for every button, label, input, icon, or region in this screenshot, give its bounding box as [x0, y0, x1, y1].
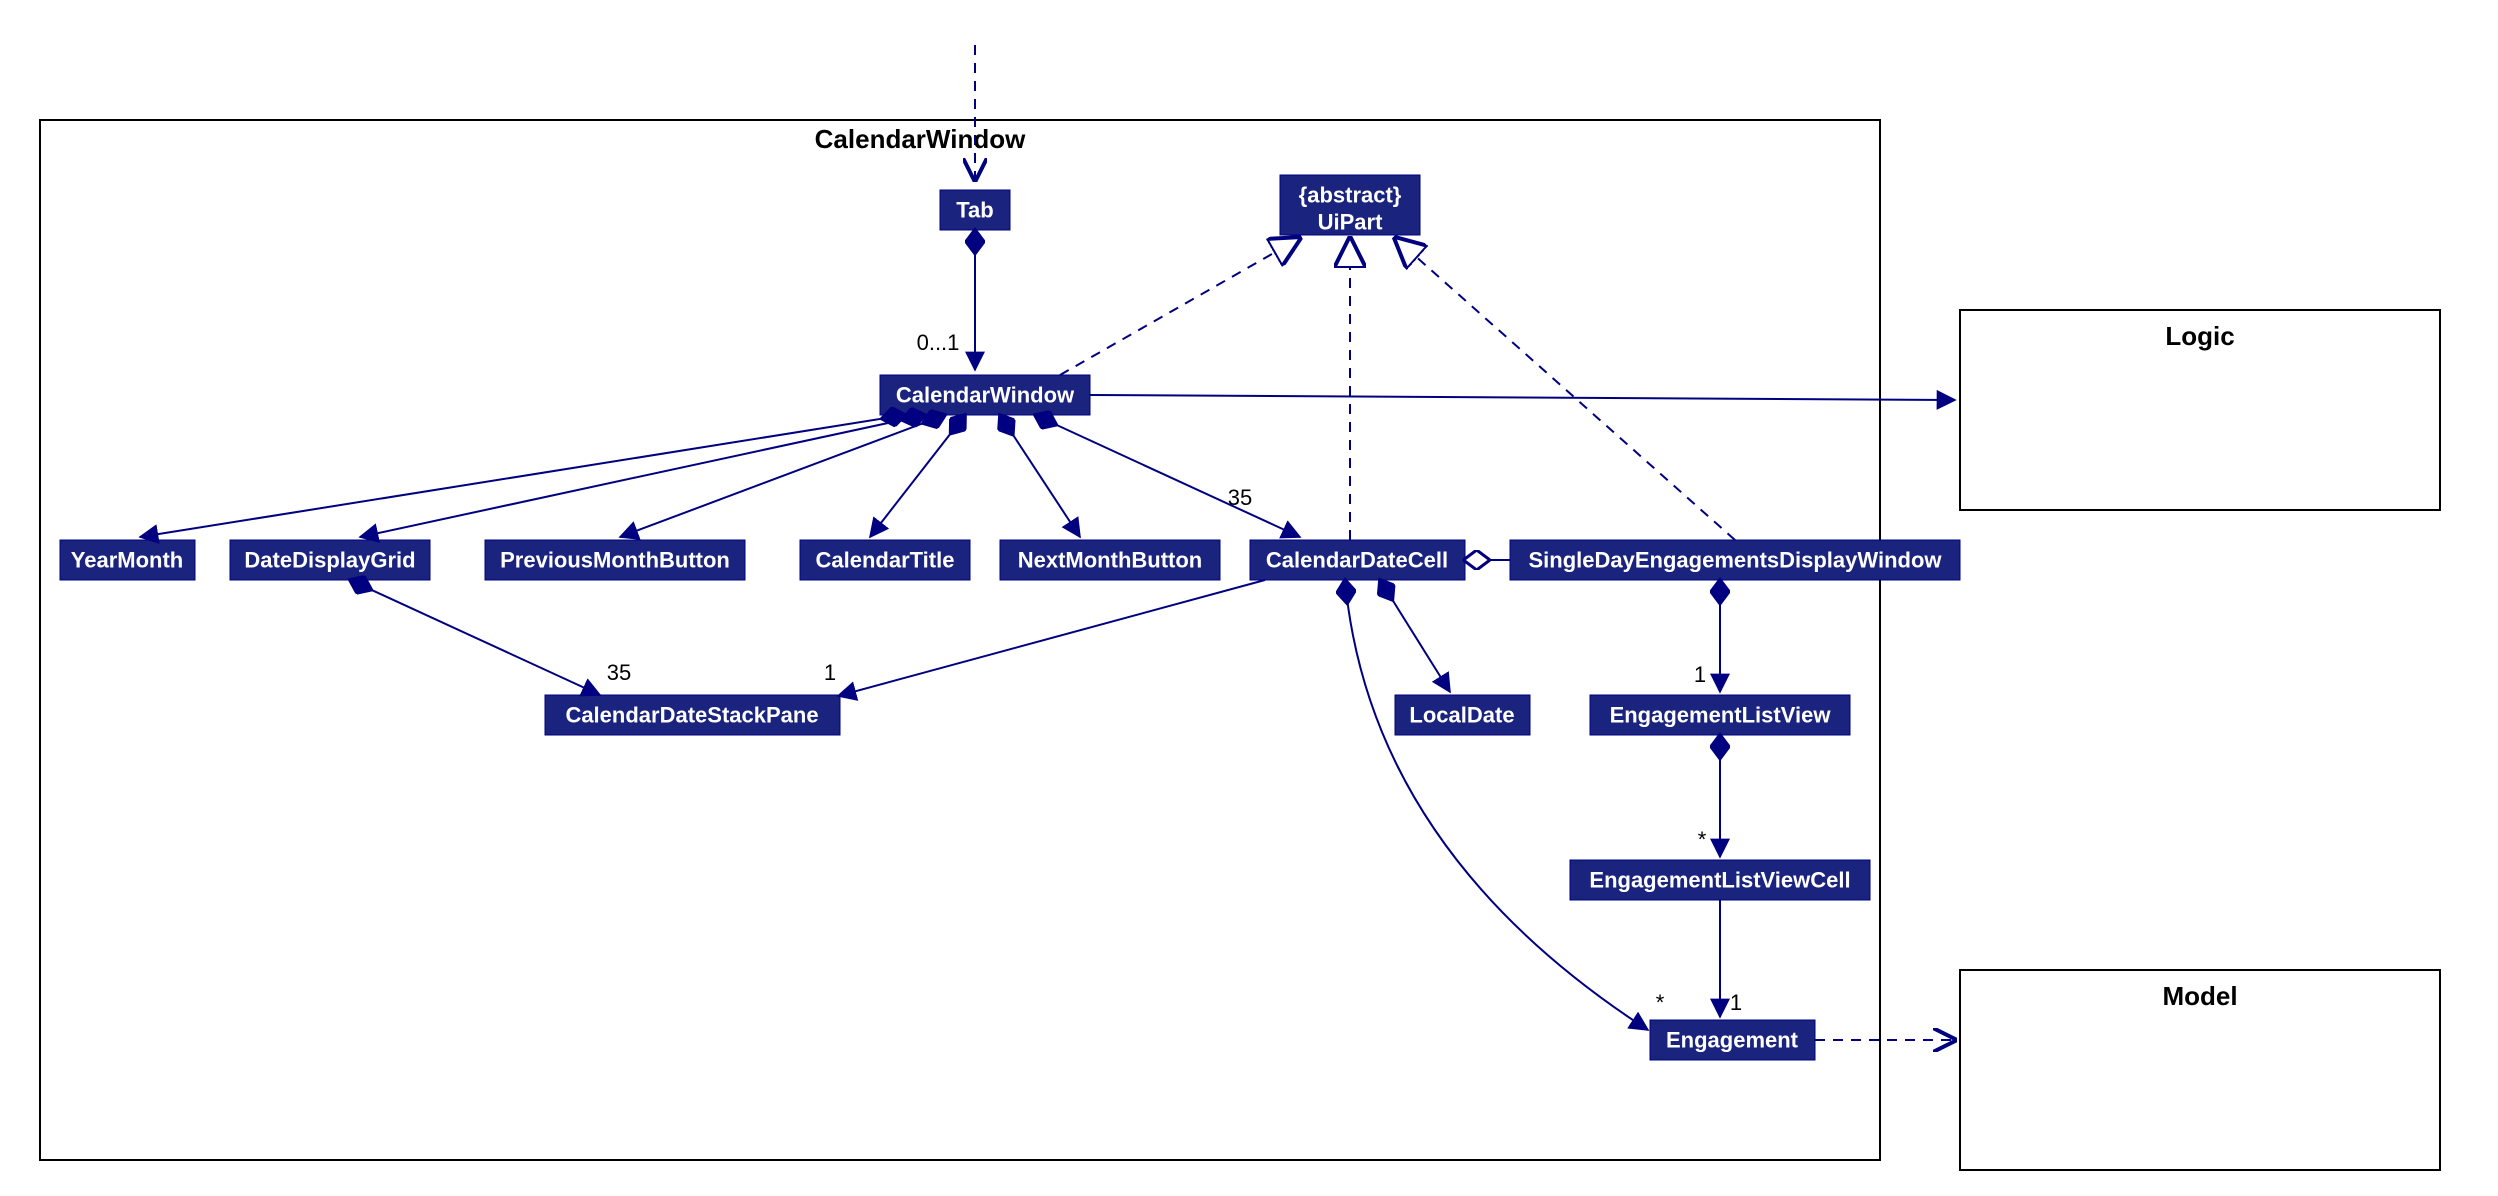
- svg-text:Engagement: Engagement: [1666, 1028, 1799, 1053]
- svg-text:LocalDate: LocalDate: [1409, 703, 1514, 728]
- frame-title: CalendarWindow: [815, 124, 1026, 154]
- mult-35-a: 35: [1228, 485, 1252, 510]
- cw-to-calendardatecell: [1035, 415, 1300, 537]
- tab-node: Tab: [940, 190, 1010, 230]
- model-box: Model: [1960, 970, 2440, 1170]
- engagement-list-view-cell-node: EngagementListViewCell: [1570, 860, 1870, 900]
- uml-diagram: CalendarWindow Logic Model Tab {abstract…: [0, 0, 2498, 1196]
- mult-1-a: 1: [824, 660, 836, 685]
- previous-month-button-node: PreviousMonthButton: [485, 540, 745, 580]
- cw-to-nextmonth: [1000, 415, 1080, 537]
- logic-label: Logic: [2165, 321, 2234, 351]
- engagement-list-view-node: EngagementListView: [1590, 695, 1850, 735]
- date-display-grid-node: DateDisplayGrid: [230, 540, 430, 580]
- calendarwindow-realizes-uipart: [1060, 238, 1300, 375]
- svg-text:YearMonth: YearMonth: [71, 548, 183, 573]
- cdc-to-stackpane: [838, 580, 1265, 696]
- svg-text:PreviousMonthButton: PreviousMonthButton: [500, 548, 730, 573]
- mult-0-1: 0...1: [917, 330, 960, 355]
- svg-text:Tab: Tab: [956, 198, 993, 223]
- model-label: Model: [2162, 981, 2237, 1011]
- svg-text:CalendarWindow: CalendarWindow: [896, 383, 1075, 408]
- cw-to-yearmonth: [140, 415, 905, 537]
- mult-1-c: 1: [1730, 990, 1742, 1015]
- cw-to-prevmonth: [620, 415, 945, 537]
- next-month-button-node: NextMonthButton: [1000, 540, 1220, 580]
- cdc-to-engagement: [1345, 580, 1648, 1030]
- calendar-window-frame: [40, 120, 1880, 1160]
- svg-text:EngagementListView: EngagementListView: [1610, 703, 1832, 728]
- singleday-realizes-uipart: [1395, 238, 1735, 540]
- cw-to-calendartitle: [870, 415, 965, 537]
- svg-text:CalendarDateCell: CalendarDateCell: [1266, 548, 1448, 573]
- single-day-window-node: SingleDayEngagementsDisplayWindow: [1510, 540, 1960, 580]
- calendarwindow-to-logic: [1090, 395, 1955, 400]
- logic-box: Logic: [1960, 310, 2440, 510]
- mult-star-b: *: [1656, 990, 1665, 1015]
- mult-35-b: 35: [607, 660, 631, 685]
- cw-to-datedisplaygrid: [360, 415, 925, 537]
- mult-1-b: 1: [1694, 662, 1706, 687]
- calendar-title-node: CalendarTitle: [800, 540, 970, 580]
- svg-text:UiPart: UiPart: [1318, 210, 1383, 235]
- svg-text:DateDisplayGrid: DateDisplayGrid: [244, 548, 415, 573]
- year-month-node: YearMonth: [60, 540, 195, 580]
- calendar-date-cell-node: CalendarDateCell: [1250, 540, 1465, 580]
- svg-text:SingleDayEngagementsDisplayWin: SingleDayEngagementsDisplayWindow: [1529, 548, 1943, 573]
- svg-text:CalendarDateStackPane: CalendarDateStackPane: [565, 703, 818, 728]
- calendar-date-stack-pane-node: CalendarDateStackPane: [545, 695, 840, 735]
- svg-text:EngagementListViewCell: EngagementListViewCell: [1589, 868, 1850, 893]
- uipart-node: {abstract} UiPart: [1280, 175, 1420, 235]
- engagement-node: Engagement: [1650, 1020, 1815, 1060]
- cdc-to-localdate: [1380, 580, 1450, 692]
- mult-star-a: *: [1698, 827, 1707, 852]
- local-date-node: LocalDate: [1395, 695, 1530, 735]
- calendar-window-node: CalendarWindow: [880, 375, 1090, 415]
- svg-text:CalendarTitle: CalendarTitle: [816, 548, 955, 573]
- svg-text:NextMonthButton: NextMonthButton: [1018, 548, 1203, 573]
- svg-text:{abstract}: {abstract}: [1299, 183, 1402, 208]
- ddg-to-stackpane: [350, 580, 600, 695]
